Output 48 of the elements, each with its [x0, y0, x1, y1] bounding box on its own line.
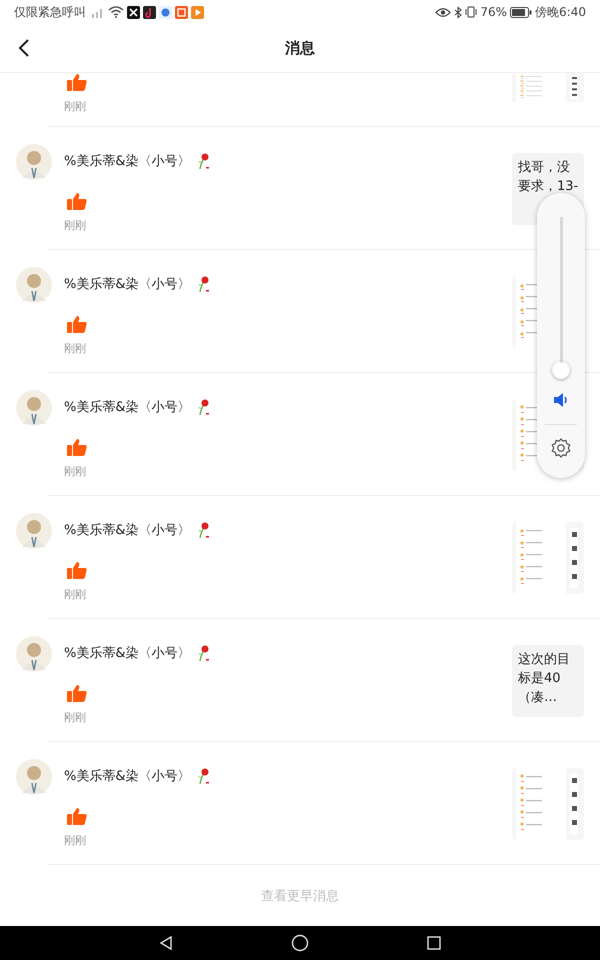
- user-name[interactable]: %美乐蒂&染〈小号〉: [64, 152, 190, 170]
- app-icon: [175, 6, 188, 18]
- settings-icon[interactable]: [550, 437, 572, 459]
- avatar[interactable]: [16, 267, 52, 303]
- battery-percent: 76%: [480, 5, 508, 19]
- app-icon: [127, 6, 140, 18]
- timestamp: 刚刚: [64, 833, 86, 848]
- app-icon: [143, 6, 156, 18]
- recents-nav-icon[interactable]: [426, 935, 442, 951]
- page-title: 消息: [285, 38, 315, 58]
- message-preview[interactable]: 这次的目标是40（凑…: [512, 645, 584, 717]
- user-name[interactable]: %美乐蒂&染〈小号〉: [64, 398, 190, 416]
- timestamp: 刚刚: [64, 710, 86, 725]
- thumbs-up-icon: [67, 192, 87, 210]
- bluetooth-icon: [454, 6, 462, 18]
- avatar[interactable]: [16, 390, 52, 426]
- thumbs-up-icon: [67, 73, 87, 91]
- user-name[interactable]: %美乐蒂&染〈小号〉: [64, 767, 190, 785]
- eye-icon: [435, 6, 452, 18]
- back-nav-icon[interactable]: [158, 935, 174, 951]
- timestamp: 刚刚: [64, 341, 86, 356]
- vibrate-icon: [465, 6, 478, 18]
- timestamp: 刚刚: [64, 218, 86, 233]
- thumbs-up-icon: [67, 684, 87, 702]
- battery-icon: [510, 6, 532, 18]
- app-icon: [159, 6, 172, 18]
- clock-text: 傍晚6:40: [535, 4, 586, 20]
- timestamp: 刚刚: [64, 99, 86, 114]
- user-name[interactable]: %美乐蒂&染〈小号〉: [64, 521, 190, 539]
- play-icon: [191, 6, 204, 18]
- avatar[interactable]: [16, 144, 52, 180]
- avatar[interactable]: [16, 513, 52, 549]
- thumbs-up-icon: [67, 315, 87, 333]
- speaker-icon[interactable]: [553, 392, 569, 408]
- thumbs-up-icon: [67, 561, 87, 579]
- timestamp: 刚刚: [64, 464, 86, 479]
- wifi-icon: [108, 6, 124, 18]
- thumbs-up-icon: [67, 438, 87, 456]
- thumbs-up-icon: [67, 807, 87, 825]
- avatar[interactable]: [16, 636, 52, 672]
- back-icon: [18, 39, 30, 57]
- carrier-text: 仅限紧急呼叫: [14, 4, 86, 20]
- signal-icon: [91, 6, 105, 18]
- home-nav-icon[interactable]: [290, 934, 309, 952]
- user-name[interactable]: %美乐蒂&染〈小号〉: [64, 275, 190, 293]
- timestamp: 刚刚: [64, 587, 86, 602]
- avatar[interactable]: [16, 759, 52, 795]
- user-name[interactable]: %美乐蒂&染〈小号〉: [64, 644, 190, 662]
